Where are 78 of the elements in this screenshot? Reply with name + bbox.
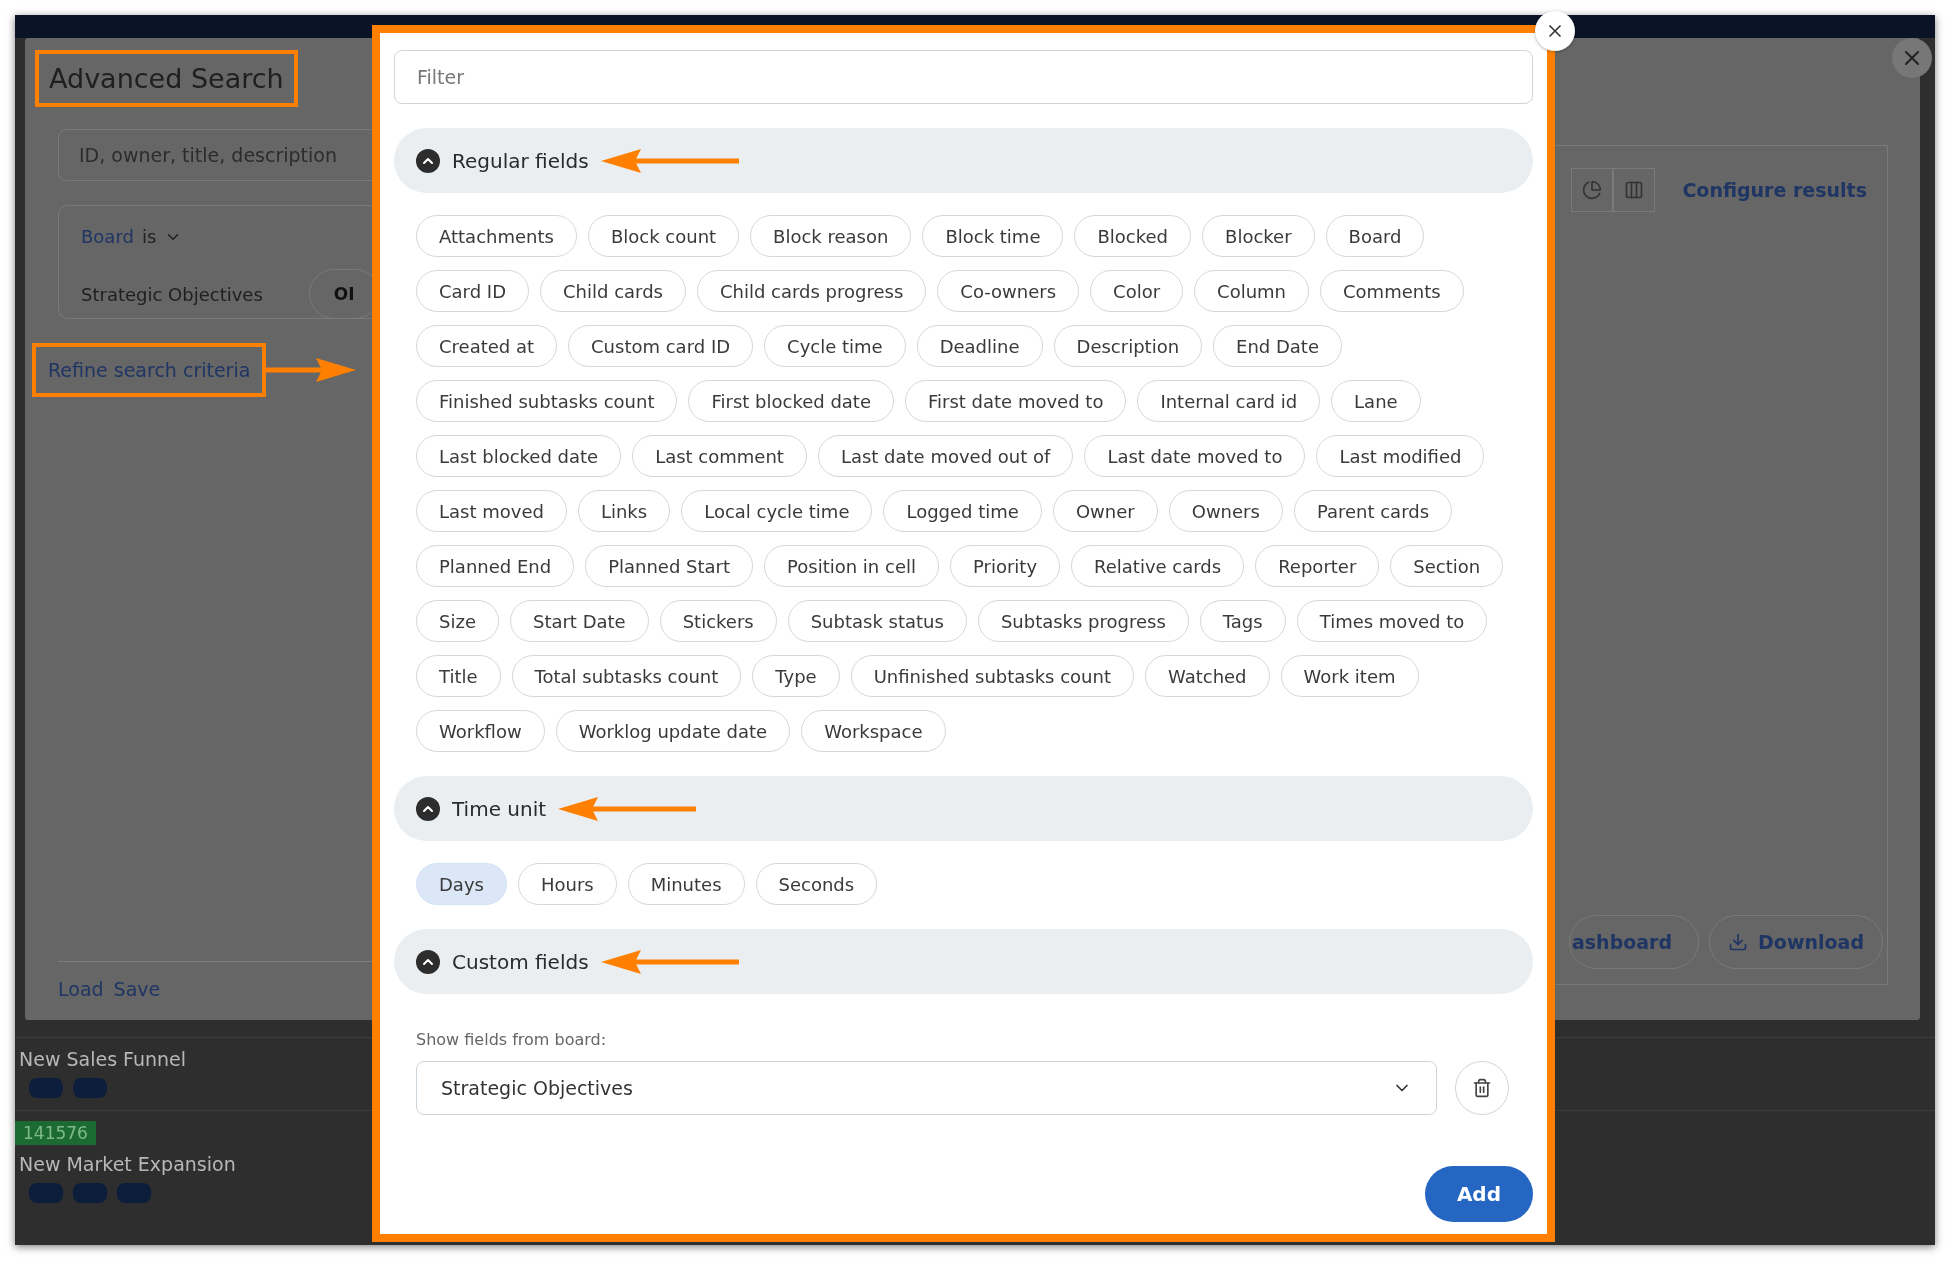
field-chip[interactable]: Logged time [883,490,1042,532]
field-label: Show fields from board: [416,1030,608,1049]
field-chip[interactable]: Worklog update date [555,710,791,752]
field-chip[interactable]: Unfinished subtasks count [850,655,1134,697]
field-chip[interactable]: End Date [1213,325,1342,367]
field-chip[interactable]: Last moved [416,490,567,532]
field-chip[interactable]: Parent cards [1293,490,1453,532]
field-chip[interactable]: First date moved to [905,380,1127,422]
field-chip[interactable]: Co-owners [937,270,1080,312]
field-chip[interactable]: Finished subtasks count [416,380,678,422]
field-chip[interactable]: Block count [587,215,740,257]
field-chip[interactable]: Priority [949,545,1061,587]
field-chip[interactable]: Times moved to [1296,600,1488,642]
field-chip[interactable]: Board [1325,215,1425,257]
field-chip[interactable]: Size [416,600,499,642]
field-chip[interactable]: Attachments [416,215,577,257]
field-chip[interactable]: Lane [1331,380,1421,422]
field-chip[interactable]: Work item [1280,655,1419,697]
field-chip[interactable]: Child cards [540,270,686,312]
dialog-title: Advanced Search [35,50,298,107]
field-chip[interactable]: Cycle time [764,325,906,367]
filter-field[interactable]: Filter [394,50,1533,104]
field-chip[interactable]: Planned End [416,545,575,587]
unit-chip[interactable]: Seconds [755,863,878,905]
field-chip[interactable]: Reporter [1255,545,1380,587]
unit-chip[interactable]: Minutes [627,863,745,905]
field-chip[interactable]: Created at [416,325,558,367]
field-chip[interactable]: Links [577,490,671,532]
field-chip[interactable]: Deadline [916,325,1043,367]
field-chip[interactable]: Blocked [1074,215,1192,257]
section-header[interactable]: Regular fields [394,128,1533,193]
field-chip[interactable]: Workflow [416,710,545,752]
section-title: Time unit [452,796,547,821]
field-chip[interactable]: Subtasks progress [977,600,1189,642]
field-chip[interactable]: Watched [1145,655,1270,697]
card-title: New Sales Funnel [19,1048,188,1070]
field-chip[interactable]: Last date moved out of [817,435,1074,477]
field-chip[interactable]: Color [1090,270,1184,312]
field-chip[interactable]: Last blocked date [416,435,622,477]
board-select[interactable]: Strategic Objectives [416,1061,1437,1115]
section-header[interactable]: Time unit [394,776,1533,841]
field-chip[interactable]: Description [1053,325,1203,367]
section-header[interactable]: Custom fields [394,929,1533,994]
field-chip[interactable]: Stickers [659,600,777,642]
field-chip[interactable]: Block time [922,215,1064,257]
field-chip[interactable]: Tags [1199,600,1286,642]
field-chip[interactable]: Total subtasks count [511,655,742,697]
field-chip[interactable]: Card ID [416,270,529,312]
field-chip[interactable]: Comments [1320,270,1464,312]
field-chip[interactable]: Owners [1168,490,1283,532]
field-chip[interactable]: Position in cell [764,545,939,587]
field-chip[interactable]: Section [1390,545,1504,587]
section-title: Regular fields [452,148,589,173]
unit-chip[interactable]: Hours [517,863,617,905]
field-chip[interactable]: Planned Start [585,545,754,587]
field-chip[interactable]: Title [416,655,501,697]
card-title: New Market Expansion [19,1153,237,1175]
field-chip[interactable]: Blocker [1202,215,1315,257]
field-chip[interactable]: Custom card ID [568,325,754,367]
field-chip[interactable]: Workspace [801,710,946,752]
field-chip[interactable]: Last modified [1316,435,1485,477]
field-chip[interactable]: Subtask status [787,600,967,642]
field-chip[interactable]: Type [752,655,840,697]
unit-chip[interactable]: Days [416,863,507,905]
field-chip[interactable]: Internal card id [1137,380,1321,422]
field-chip[interactable]: Relative cards [1071,545,1245,587]
card-id: 141576 [15,1121,96,1145]
field-chip[interactable]: Child cards progress [696,270,927,312]
add-button[interactable]: Add [1424,1166,1533,1222]
field-chip[interactable]: First blocked date [688,380,894,422]
field-chip[interactable]: Last comment [632,435,807,477]
section-title: Custom fields [452,949,589,974]
field-chip[interactable]: Local cycle time [681,490,873,532]
field-chip[interactable]: Owner [1052,490,1158,532]
field-chip[interactable]: Last date moved to [1084,435,1306,477]
field-chip[interactable]: Column [1194,270,1309,312]
field-chip[interactable]: Start Date [509,600,649,642]
field-chip[interactable]: Block reason [750,215,912,257]
